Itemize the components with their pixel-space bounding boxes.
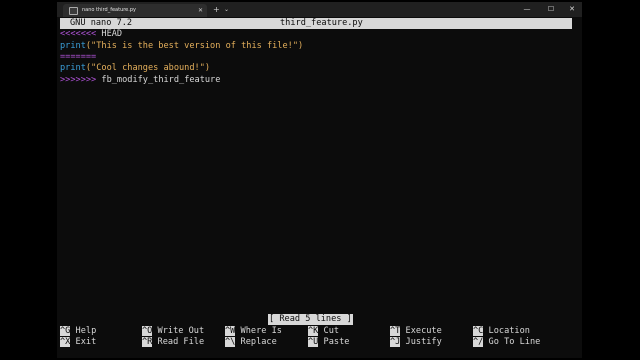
file-name: third_feature.py [280,18,363,28]
conflict-separator: ======= [60,52,97,63]
code-line-1[interactable]: <<<<<<< HEAD [60,29,122,40]
shortcut-label: Cut [323,325,340,336]
shortcut-key: ^U [308,336,319,347]
new-tab-button[interactable]: + [213,4,220,15]
print-keyword: print [60,40,86,51]
conflict-marker: <<<<<<< [60,29,102,40]
string-literal: ("This is the best version of this file!… [85,40,304,51]
branch-name: fb_modify_third_feature [101,74,221,85]
shortcut-read-file[interactable]: ^R Read File [142,336,205,348]
nano-editor[interactable]: GNU nano 7.2 third_feature.py <<<<<<< HE… [60,18,580,358]
shortcut-key: ^W [225,325,236,336]
string-literal: ("Cool changes abound!") [85,63,211,74]
shortcut-write-out[interactable]: ^O Write Out [142,325,205,337]
terminal-icon [69,7,78,15]
shortcut-justify[interactable]: ^J Justify [390,336,442,348]
shortcut-key: ^G [60,325,71,336]
shortcut-cut[interactable]: ^K Cut [308,325,340,337]
code-line-3[interactable]: ======= [60,52,96,63]
chevron-down-icon[interactable]: ⌄ [224,4,229,15]
code-line-5[interactable]: >>>>>>> fb_modify_third_feature [60,75,220,86]
nano-header: GNU nano 7.2 third_feature.py [60,18,572,29]
shortcut-label: Help [75,325,97,336]
shortcut-key: ^C [473,325,484,336]
shortcut-key: ^O [142,325,153,336]
shortcut-paste[interactable]: ^U Paste [308,336,350,348]
shortcut-label: Go To Line [488,336,541,347]
shortcut-key: ^T [390,325,401,336]
shortcut-key: ^X [60,336,71,347]
code-line-4[interactable]: print("Cool changes abound!") [60,63,210,74]
shortcut-replace[interactable]: ^\ Replace [225,336,277,348]
shortcut-execute[interactable]: ^T Execute [390,325,442,337]
shortcut-label: Justify [405,336,442,347]
shortcut-label: Replace [240,336,277,347]
shortcut-label: Read File [157,336,205,347]
shortcut-key: ^K [308,325,319,336]
nano-version: GNU nano 7.2 [70,18,133,28]
minimize-button[interactable]: — [521,3,533,15]
branch-name: HEAD [101,29,123,40]
title-bar: nano third_feature.py ✕ + ⌄ — ☐ ✕ [57,2,582,17]
shortcut-help[interactable]: ^G Help [60,325,97,337]
shortcut-label: Paste [323,336,350,347]
terminal-tab[interactable]: nano third_feature.py ✕ [63,4,207,17]
shortcut-key: ^R [142,336,153,347]
shortcut-key: ^J [390,336,401,347]
shortcut-label: Execute [405,325,442,336]
close-window-button[interactable]: ✕ [566,3,578,15]
shortcut-key: ^/ [473,336,484,347]
shortcut-exit[interactable]: ^X Exit [60,336,97,348]
terminal-window: nano third_feature.py ✕ + ⌄ — ☐ ✕ GNU na… [57,2,582,358]
shortcut-go-to-line[interactable]: ^/ Go To Line [473,336,541,348]
shortcut-location[interactable]: ^C Location [473,325,530,337]
shortcut-where-is[interactable]: ^W Where Is [225,325,282,337]
status-message: [ Read 5 lines ] [268,314,353,325]
print-keyword: print [60,63,86,74]
shortcut-key: ^\ [225,336,236,347]
shortcut-label: Exit [75,336,97,347]
tab-title: nano third_feature.py [82,7,136,13]
shortcut-label: Write Out [157,325,205,336]
conflict-marker: >>>>>>> [60,74,102,85]
shortcut-label: Where Is [240,325,282,336]
maximize-button[interactable]: ☐ [545,3,557,15]
code-line-2[interactable]: print("This is the best version of this … [60,41,303,52]
tab-close-icon[interactable]: ✕ [198,5,203,16]
shortcut-label: Location [488,325,530,336]
